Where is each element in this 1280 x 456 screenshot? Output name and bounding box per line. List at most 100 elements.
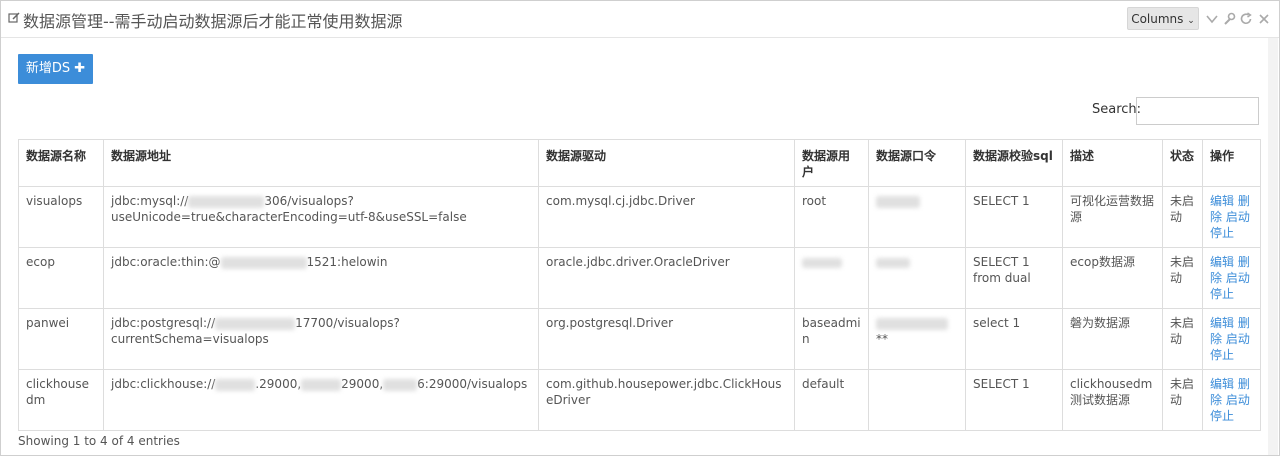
status-cell: 未启动: [1162, 369, 1203, 431]
search-input[interactable]: [1136, 97, 1259, 125]
edit-link[interactable]: 编辑: [1210, 194, 1234, 208]
redacted-host: [383, 378, 418, 391]
actions-cell: 编辑 删除 启动 停止: [1202, 369, 1261, 431]
redacted-password: [876, 195, 920, 208]
desc-cell: 磐为数据源: [1062, 308, 1163, 370]
desc-cell: ecop数据源: [1062, 247, 1163, 309]
chevron-down-icon[interactable]: [1205, 12, 1219, 26]
table-row: clickhousedm jdbc:clickhouse:// .29000, 29…: [18, 369, 1261, 431]
user-cell: root: [794, 186, 869, 248]
wrench-icon[interactable]: [1222, 12, 1236, 26]
edit-link[interactable]: 编辑: [1210, 377, 1234, 391]
column-header[interactable]: 数据源地址: [103, 139, 539, 187]
column-header[interactable]: 数据源驱动: [538, 139, 795, 187]
redacted-host: [215, 317, 296, 330]
url-cell: jdbc:mysql://306/visualops?useUnicode=tr…: [103, 186, 539, 248]
sql-cell: SELECT 1 from dual: [965, 247, 1063, 309]
table-row: panwei jdbc:postgresql://17700/visualops…: [18, 308, 1261, 370]
redacted-password: [876, 257, 910, 268]
driver-cell: org.postgresql.Driver: [538, 308, 795, 370]
password-cell: [868, 247, 966, 309]
panel: 数据源管理--需手动启动数据源后才能正常使用数据源 Columns ⌄ 新增DS…: [0, 0, 1280, 456]
url-prefix: jdbc:postgresql://: [111, 316, 216, 330]
sql-cell: SELECT 1: [965, 186, 1063, 248]
actions-cell: 编辑 删除 启动 停止: [1202, 247, 1261, 309]
start-link[interactable]: 启动: [1226, 271, 1250, 285]
redacted-host: [188, 195, 265, 208]
desc-cell: clickhousedm测试数据源: [1062, 369, 1163, 431]
search-label: Search:: [1092, 102, 1142, 117]
stop-link[interactable]: 停止: [1210, 348, 1234, 362]
column-header[interactable]: 操作: [1202, 139, 1261, 187]
redacted-user: [802, 257, 842, 268]
name-cell: visualops: [18, 186, 104, 248]
add-datasource-button[interactable]: 新增DS ✚: [18, 54, 93, 84]
user-cell: baseadmin: [794, 308, 869, 370]
password-cell: [868, 369, 966, 431]
column-header[interactable]: 描述: [1062, 139, 1163, 187]
column-header[interactable]: 状态: [1162, 139, 1203, 187]
url-suffix: 6:29000/visualops: [417, 377, 528, 391]
columns-button[interactable]: Columns ⌄: [1127, 7, 1199, 30]
refresh-icon[interactable]: [1239, 12, 1253, 26]
column-header[interactable]: 数据源用户: [794, 139, 869, 187]
name-cell: ecop: [18, 247, 104, 309]
url-cell: jdbc:clickhouse:// .29000, 29000, 6:29000/v…: [103, 369, 539, 431]
status-cell: 未启动: [1162, 247, 1203, 309]
column-header[interactable]: 数据源校验sql: [965, 139, 1063, 187]
plus-icon: ✚: [74, 61, 86, 76]
start-link[interactable]: 启动: [1226, 393, 1250, 407]
redacted-password: [876, 317, 948, 330]
url-prefix: jdbc:clickhouse://: [111, 377, 216, 391]
url-cell: jdbc:oracle:thin:@ 1521:helowin: [103, 247, 539, 309]
password-cell: [868, 186, 966, 248]
scrollbar[interactable]: [1268, 38, 1278, 455]
url-suffix: 1521:helowin: [306, 255, 388, 269]
page-title: 数据源管理--需手动启动数据源后才能正常使用数据源: [23, 12, 403, 31]
edit-icon: [8, 12, 20, 23]
url-part: .29000,: [255, 377, 302, 391]
stop-link[interactable]: 停止: [1210, 409, 1234, 423]
driver-cell: com.mysql.cj.jdbc.Driver: [538, 186, 795, 248]
name-cell: panwei: [18, 308, 104, 370]
caret-down-icon: ⌄: [1187, 16, 1195, 26]
password-text: **: [876, 332, 888, 346]
table-info: Showing 1 to 4 of 4 entries: [18, 434, 180, 448]
url-prefix: jdbc:mysql://: [111, 194, 189, 208]
password-cell: **: [868, 308, 966, 370]
actions-cell: 编辑 删除 启动 停止: [1202, 308, 1261, 370]
name-cell: clickhousedm: [18, 369, 104, 431]
driver-cell: com.github.housepower.jdbc.ClickHouseDri…: [538, 369, 795, 431]
sql-cell: SELECT 1: [965, 369, 1063, 431]
close-icon[interactable]: [1257, 12, 1271, 26]
table-row: visualops jdbc:mysql://306/visualops?use…: [18, 186, 1261, 248]
sql-cell: select 1: [965, 308, 1063, 370]
columns-label: Columns: [1131, 12, 1184, 26]
start-link[interactable]: 启动: [1226, 332, 1250, 346]
url-cell: jdbc:postgresql://17700/visualops?curren…: [103, 308, 539, 370]
column-header[interactable]: 数据源名称: [18, 139, 104, 187]
desc-cell: 可视化运营数据源: [1062, 186, 1163, 248]
actions-cell: 编辑 删除 启动 停止: [1202, 186, 1261, 248]
edit-link[interactable]: 编辑: [1210, 316, 1234, 330]
table-row: ecop jdbc:oracle:thin:@ 1521:helowin orac…: [18, 247, 1261, 309]
redacted-host: [215, 378, 256, 391]
edit-link[interactable]: 编辑: [1210, 255, 1234, 269]
table-header-row: 数据源名称 数据源地址 数据源驱动 数据源用户 数据源口令 数据源校验sql 描…: [18, 139, 1261, 187]
driver-cell: oracle.jdbc.driver.OracleDriver: [538, 247, 795, 309]
stop-link[interactable]: 停止: [1210, 226, 1234, 240]
user-cell: [794, 247, 869, 309]
url-prefix: jdbc:oracle:thin:@: [111, 255, 221, 269]
datasource-table: 数据源名称 数据源地址 数据源驱动 数据源用户 数据源口令 数据源校验sql 描…: [18, 139, 1261, 431]
redacted-host: [220, 256, 307, 269]
column-header[interactable]: 数据源口令: [868, 139, 966, 187]
start-link[interactable]: 启动: [1226, 210, 1250, 224]
status-cell: 未启动: [1162, 186, 1203, 248]
add-datasource-label: 新增DS: [25, 61, 71, 76]
status-cell: 未启动: [1162, 308, 1203, 370]
stop-link[interactable]: 停止: [1210, 287, 1234, 301]
redacted-host: [301, 378, 342, 391]
user-cell: default: [794, 369, 869, 431]
url-part: 29000,: [341, 377, 384, 391]
panel-header: 数据源管理--需手动启动数据源后才能正常使用数据源 Columns ⌄: [1, 1, 1279, 38]
